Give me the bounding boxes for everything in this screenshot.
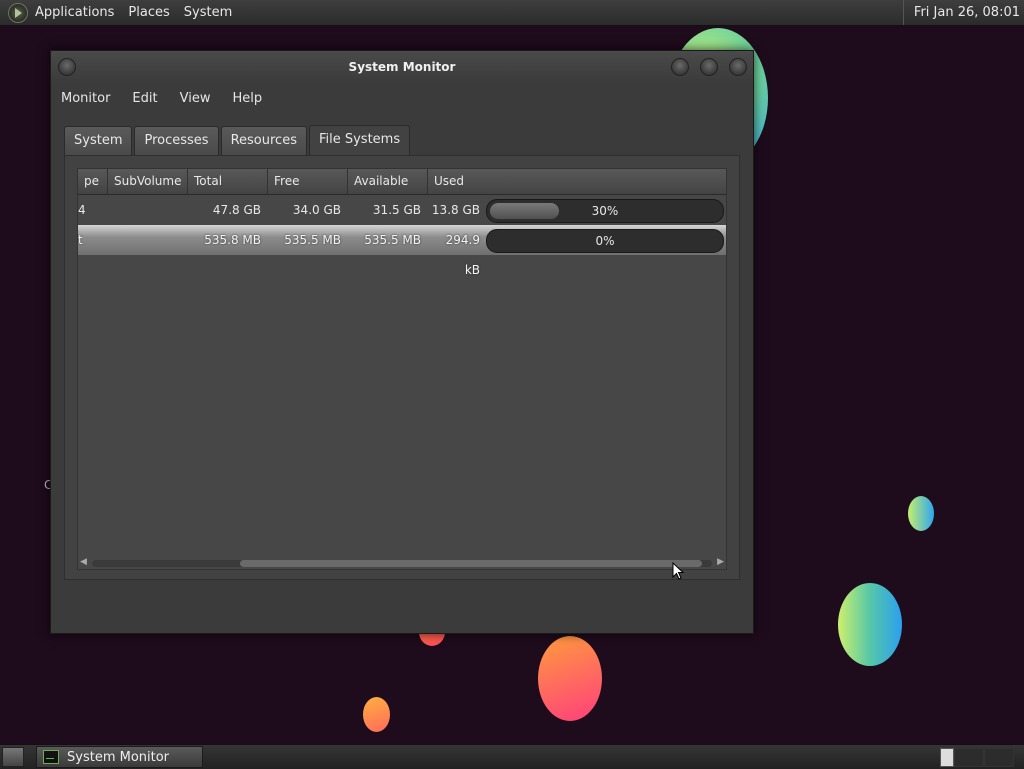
maximize-icon[interactable]	[700, 58, 718, 76]
desktop-wallpaper-bubble	[538, 636, 602, 721]
panel-clock[interactable]: Fri Jan 26, 08:01	[902, 0, 1020, 25]
cell-total: 47.8 GB	[212, 203, 261, 217]
minimize-icon[interactable]	[671, 58, 689, 76]
distro-logo-icon[interactable]	[8, 2, 28, 23]
desktop-wallpaper-bubble	[838, 583, 902, 666]
cell-type: 4	[78, 203, 86, 217]
top-panel: Applications Places System Fri Jan 26, 0…	[0, 0, 1024, 26]
tab-file-systems[interactable]: File Systems	[308, 125, 411, 157]
table-row[interactable]: t 535.8 MB 535.5 MB 535.5 MB 294.9 kB 0%	[78, 225, 726, 277]
cell-available: 31.5 GB	[372, 203, 421, 217]
system-monitor-icon	[43, 750, 59, 764]
column-header-subvolume[interactable]: SubVolume	[108, 169, 188, 194]
bottom-panel: System Monitor	[0, 744, 1024, 769]
close-icon[interactable]	[729, 58, 747, 76]
mouse-cursor-icon	[672, 562, 684, 580]
usage-percent: 30%	[591, 204, 619, 218]
usage-bar: 0%	[486, 229, 724, 253]
cell-used: 294.9 kB	[445, 233, 480, 277]
usage-percent: 0%	[595, 234, 615, 248]
places-menu[interactable]: Places	[128, 5, 169, 20]
menubar: Monitor Edit View Help	[51, 83, 753, 113]
system-menu[interactable]: System	[184, 5, 232, 20]
column-header-type[interactable]: pe	[78, 169, 108, 194]
column-header-used[interactable]: Used	[428, 169, 726, 194]
workspace-switcher-1[interactable]	[940, 748, 954, 767]
menu-monitor[interactable]: Monitor	[61, 91, 110, 106]
menu-edit[interactable]: Edit	[132, 91, 157, 106]
column-header-available[interactable]: Available	[348, 169, 428, 194]
workspace-switcher-2[interactable]	[954, 748, 984, 767]
show-desktop-icon[interactable]	[2, 747, 24, 767]
taskbar-item-system-monitor[interactable]: System Monitor	[36, 746, 203, 768]
desktop-wallpaper-bubble	[908, 496, 934, 531]
file-systems-panel: pe SubVolume Total Free Available Used 4…	[64, 155, 740, 580]
tab-system[interactable]: System	[64, 126, 133, 155]
horizontal-scrollbar[interactable]: ◀ ▶	[80, 557, 724, 569]
cell-subvolume	[108, 195, 188, 225]
cell-free: 34.0 GB	[292, 203, 341, 217]
cell-free: 535.5 MB	[284, 233, 341, 247]
tab-resources[interactable]: Resources	[220, 126, 307, 155]
desktop-wallpaper-bubble	[363, 697, 390, 732]
window-title: System Monitor	[348, 60, 456, 74]
filesystems-table[interactable]: pe SubVolume Total Free Available Used 4…	[77, 168, 727, 570]
menu-view[interactable]: View	[180, 91, 211, 106]
applications-menu[interactable]: Applications	[35, 5, 114, 20]
system-monitor-window: System Monitor Monitor Edit View Help Sy…	[50, 50, 754, 634]
table-header: pe SubVolume Total Free Available Used	[78, 169, 726, 195]
cell-total: 535.8 MB	[204, 233, 261, 247]
tab-strip: System Processes Resources File Systems	[64, 125, 412, 157]
tab-processes[interactable]: Processes	[134, 126, 219, 155]
table-row[interactable]: 4 47.8 GB 34.0 GB 31.5 GB 13.8 GB 30%	[78, 195, 726, 225]
cell-type: t	[78, 233, 83, 247]
cell-subvolume	[108, 225, 188, 255]
workspace-switcher-3[interactable]	[984, 748, 1014, 767]
taskbar-item-label: System Monitor	[67, 749, 170, 765]
cell-available: 535.5 MB	[364, 233, 421, 247]
scroll-left-icon[interactable]: ◀	[80, 557, 87, 567]
cell-used: 13.8 GB	[431, 203, 480, 217]
column-header-total[interactable]: Total	[188, 169, 268, 194]
window-titlebar[interactable]: System Monitor	[51, 51, 753, 83]
column-header-free[interactable]: Free	[268, 169, 348, 194]
menu-help[interactable]: Help	[232, 91, 262, 106]
scrollbar-thumb[interactable]	[240, 560, 702, 567]
scroll-right-icon[interactable]: ▶	[717, 557, 724, 567]
usage-bar: 30%	[486, 199, 724, 223]
